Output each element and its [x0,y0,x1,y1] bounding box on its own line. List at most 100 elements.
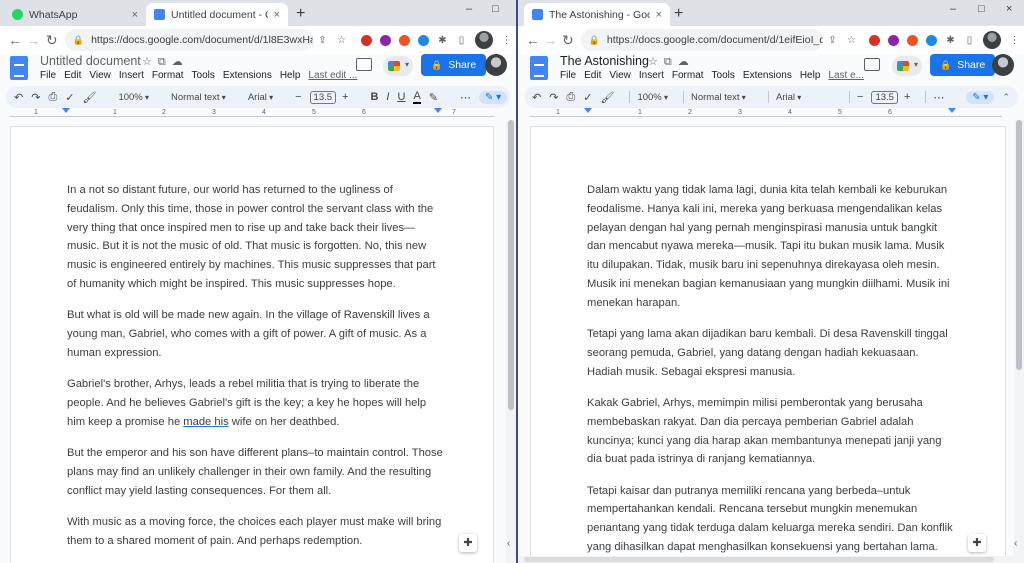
share-button[interactable]: 🔒 Share [421,54,487,76]
account-avatar[interactable] [992,54,1014,76]
highlight-icon[interactable]: ✎ [429,91,438,104]
print-icon[interactable]: ⎙ [566,91,575,104]
move-folder-icon[interactable]: ⧉ [158,56,172,68]
menu-tools[interactable]: Tools [712,70,735,81]
scroll-thumb[interactable] [508,120,514,410]
extension-icon[interactable] [418,34,429,46]
minimize-button[interactable]: – [950,3,956,15]
underline-button[interactable]: U [397,91,405,103]
paragraph[interactable]: Tetapi kaisar dan putranya memiliki renc… [587,482,955,563]
meet-button[interactable]: ▾ [892,56,922,76]
collapse-side-panel-icon[interactable]: ‹ [507,538,510,549]
increase-font-icon[interactable]: + [904,91,910,103]
font-select[interactable]: Arial [776,92,834,103]
sidebar-icon[interactable]: ▯ [456,35,467,46]
decrease-font-icon[interactable]: − [295,91,301,103]
profile-avatar[interactable] [983,31,1001,49]
menu-edit[interactable]: Edit [584,70,601,81]
h-scroll-thumb[interactable] [524,557,994,562]
print-icon[interactable]: ⎙ [48,91,57,104]
document-page[interactable]: In a not so distant future, our world ha… [10,126,494,563]
back-icon[interactable]: ← [6,32,24,48]
menu-insert[interactable]: Insert [119,70,144,81]
google-docs-logo-icon[interactable] [530,56,548,80]
back-icon[interactable]: ← [524,32,542,48]
spellcheck-suggestion[interactable]: made his [183,416,228,428]
left-indent-marker[interactable] [584,108,592,113]
share-button[interactable]: 🔒 Share [930,54,996,76]
menu-insert[interactable]: Insert [639,70,664,81]
vertical-scrollbar[interactable] [506,120,516,563]
adblock-extension-icon[interactable] [361,34,372,46]
tab-untitled-document[interactable]: Untitled document - Google Docs × [146,3,288,26]
star-icon[interactable]: ☆ [142,56,158,68]
forward-icon[interactable]: → [24,32,42,48]
paint-format-icon[interactable]: 🖌 [600,91,614,104]
paragraph[interactable]: Gabriel's brother, Arhys, leads a rebel … [67,375,443,431]
paragraph[interactable]: In a not so distant future, our world ha… [67,181,443,294]
extension-icon[interactable] [907,34,918,46]
spellcheck-icon[interactable]: ✓ [583,91,592,104]
menu-kebab-icon[interactable]: ⋮ [1009,35,1020,46]
redo-icon[interactable]: ↷ [549,91,558,104]
left-indent-marker[interactable] [62,108,70,113]
menu-kebab-icon[interactable]: ⋮ [501,35,512,46]
last-edit-link[interactable]: Last edit ... [308,70,357,81]
zoom-select[interactable]: 100% [118,92,149,103]
tab-whatsapp[interactable]: WhatsApp × [4,3,146,26]
paragraph[interactable]: With music as a moving force, the choice… [67,513,443,551]
menu-extensions[interactable]: Extensions [743,70,792,81]
paragraph[interactable]: Tetapi yang lama akan dijadikan baru kem… [587,325,955,381]
new-tab-button[interactable]: + [674,5,683,23]
spellcheck-icon[interactable]: ✓ [65,91,74,104]
close-window-button[interactable]: × [1006,3,1012,15]
last-edit-link[interactable]: Last e... [828,70,864,81]
undo-icon[interactable]: ↶ [14,91,23,104]
font-select[interactable]: Arial [248,92,273,103]
document-page[interactable]: Dalam waktu yang tidak lama lagi, dunia … [530,126,1006,563]
extension-icon[interactable] [380,34,391,46]
menu-view[interactable]: View [89,70,111,81]
meet-button[interactable]: ▾ [383,56,413,76]
menu-edit[interactable]: Edit [64,70,81,81]
document-body[interactable]: In a not so distant future, our world ha… [67,181,443,563]
italic-button[interactable]: I [386,91,389,103]
menu-format[interactable]: Format [672,70,704,81]
add-comment-icon[interactable]: ✚ [968,534,986,552]
share-page-icon[interactable]: ⇪ [317,35,328,46]
adblock-extension-icon[interactable] [869,34,880,46]
tab-the-astonishing[interactable]: The Astonishing - Google Docs × [524,3,670,26]
bookmark-star-icon[interactable]: ☆ [336,35,347,46]
close-tab-icon[interactable]: × [656,9,662,21]
share-page-icon[interactable]: ⇪ [827,35,838,46]
account-avatar[interactable] [485,54,507,76]
bookmark-star-icon[interactable]: ☆ [846,35,857,46]
vertical-scrollbar[interactable] [1014,120,1024,563]
font-size-input[interactable]: 13.5 [871,90,898,104]
reload-icon[interactable]: ↻ [559,32,577,49]
redo-icon[interactable]: ↷ [31,91,40,104]
document-title[interactable]: Untitled document [40,54,141,68]
style-select[interactable]: Normal text [171,92,226,103]
url-bar[interactable]: 🔒 https://docs.google.com/document/d/1l8… [64,29,313,51]
move-folder-icon[interactable]: ⧉ [664,56,678,68]
more-options-button[interactable]: ⋯ [933,91,944,104]
comment-history-icon[interactable] [864,58,880,71]
scroll-thumb[interactable] [1016,120,1022,370]
extension-icon[interactable] [888,34,899,46]
document-title[interactable]: The Astonishing [560,54,649,68]
google-docs-logo-icon[interactable] [10,56,28,80]
maximize-button[interactable]: □ [492,3,499,15]
menu-format[interactable]: Format [152,70,184,81]
paragraph[interactable]: Kakak Gabriel, Arhys, memimpin milisi pe… [587,394,955,469]
font-size-input[interactable]: 13.5 [309,90,337,104]
menu-help[interactable]: Help [800,70,821,81]
collapse-side-panel-icon[interactable]: ‹ [1014,538,1017,549]
new-tab-button[interactable]: + [296,5,305,23]
style-select[interactable]: Normal text [691,92,753,103]
menu-view[interactable]: View [609,70,631,81]
menu-file[interactable]: File [560,70,576,81]
menu-file[interactable]: File [40,70,56,81]
profile-avatar[interactable] [475,31,493,49]
menu-tools[interactable]: Tools [192,70,215,81]
